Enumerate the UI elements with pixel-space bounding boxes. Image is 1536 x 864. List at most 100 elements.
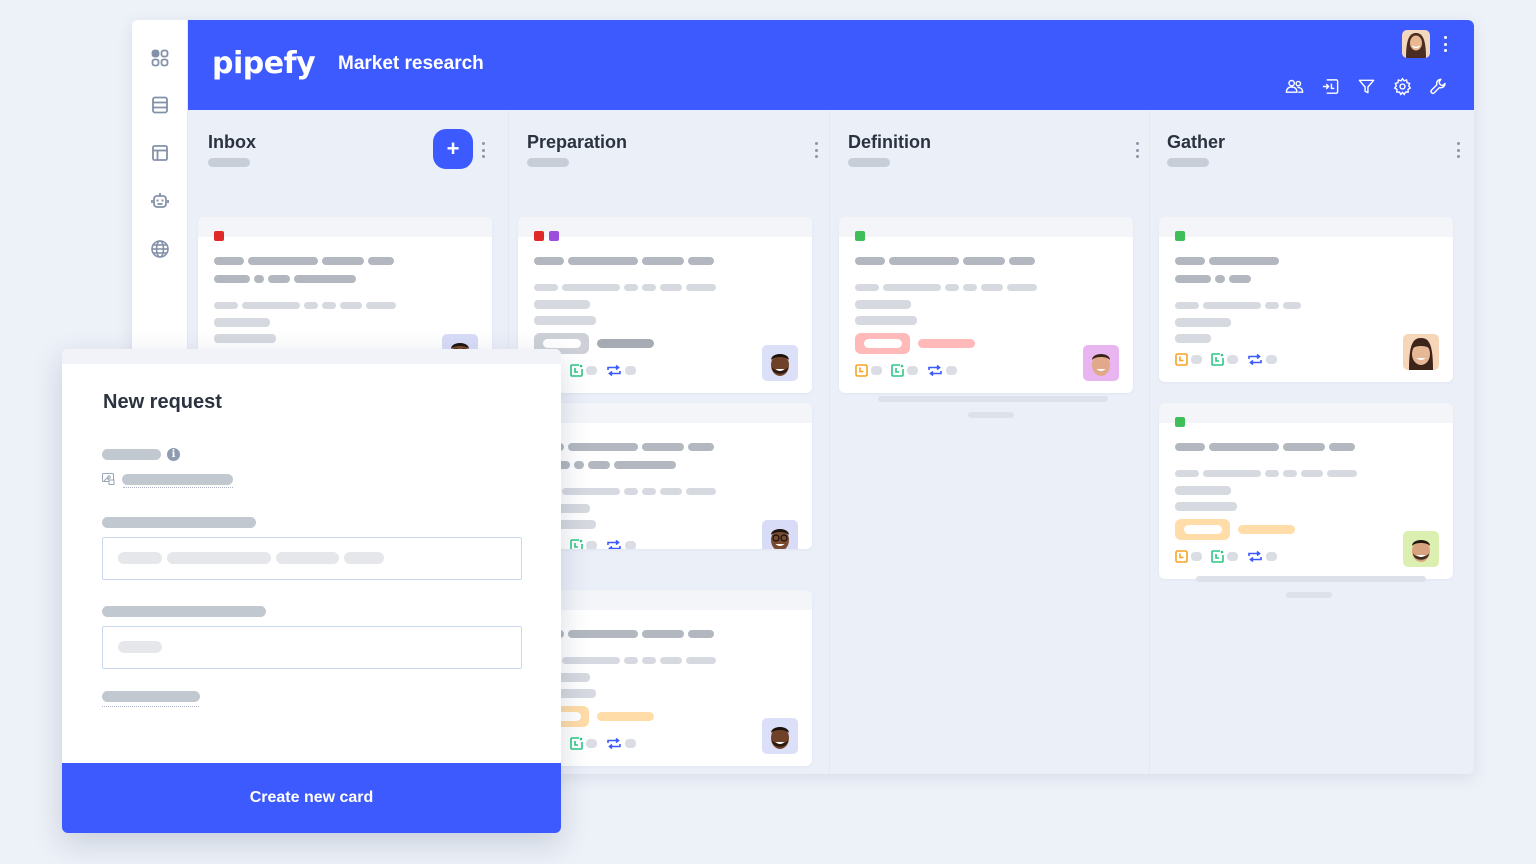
field-label-placeholder[interactable] (102, 691, 200, 702)
column-count-placeholder (1167, 158, 1209, 167)
card-title-placeholder (534, 443, 714, 451)
form-title: New request (103, 391, 222, 413)
pipe-card[interactable] (518, 590, 812, 766)
create-new-card-button[interactable]: Create new card (62, 763, 561, 833)
label-red (214, 231, 224, 241)
card-labels (1175, 417, 1185, 427)
layout-icon[interactable] (149, 142, 171, 164)
column-more-icon[interactable] (1455, 142, 1461, 158)
pipe-title: Market research (338, 53, 484, 74)
due-date-icon (570, 539, 586, 549)
input-placeholder (118, 641, 162, 653)
new-request-form: New request i Create new card (62, 349, 561, 833)
pipe-card[interactable] (1159, 403, 1453, 579)
column-title: Definition (848, 132, 931, 152)
card-title-placeholder (534, 257, 714, 265)
settings-gear-icon[interactable] (1392, 76, 1412, 96)
card-field-placeholder (534, 284, 716, 291)
column-count-placeholder (848, 158, 890, 167)
robot-icon[interactable] (149, 190, 171, 212)
assignee-avatar[interactable] (1403, 531, 1439, 567)
field-label-placeholder (102, 517, 256, 528)
card-labels (214, 231, 224, 241)
column-title: Preparation (527, 132, 628, 152)
card-field-placeholder (214, 302, 396, 309)
tag-bar (1238, 525, 1295, 534)
pipe-card[interactable] (518, 403, 812, 549)
card-field-placeholder (1175, 486, 1231, 495)
repeat-icon (927, 364, 946, 377)
due-date-icon (1211, 550, 1227, 563)
label-green (1175, 231, 1185, 241)
card-field-placeholder (534, 488, 716, 495)
column-more-icon[interactable] (813, 142, 819, 158)
tag-bar (918, 339, 975, 348)
column-more-icon[interactable] (480, 142, 486, 158)
column-divider (1149, 110, 1150, 774)
card-title-placeholder (1175, 443, 1355, 451)
column-title: Inbox (208, 132, 256, 152)
label-red (534, 231, 544, 241)
card-labels (855, 231, 865, 241)
card-field-placeholder (1175, 470, 1357, 477)
user-avatar[interactable] (1402, 30, 1430, 58)
time-in-phase-icon (1175, 353, 1191, 366)
label-green (1175, 417, 1185, 427)
card-field-placeholder (214, 318, 270, 327)
card-title-placeholder (855, 257, 1035, 265)
pipe-card[interactable] (518, 217, 812, 393)
assignee-avatar[interactable] (1403, 334, 1439, 370)
add-card-button[interactable]: + (433, 129, 473, 169)
card-footer (1175, 353, 1286, 366)
label-green (855, 231, 865, 241)
time-in-phase-icon (855, 364, 871, 377)
info-icon[interactable]: i (167, 448, 180, 461)
assignee-avatar[interactable] (762, 345, 798, 381)
text-input-field[interactable] (102, 626, 522, 669)
load-more-placeholder (968, 412, 1014, 418)
assignee-avatar[interactable] (1083, 345, 1119, 381)
card-title-placeholder (214, 257, 394, 265)
card-labels (534, 231, 559, 241)
repeat-icon (606, 364, 625, 377)
tag-pill (855, 333, 910, 354)
pipe-card[interactable] (198, 217, 492, 363)
header-more-icon[interactable] (1442, 36, 1448, 52)
card-labels (1175, 231, 1185, 241)
due-date-icon (570, 364, 586, 377)
repeat-icon (606, 539, 625, 549)
card-field-placeholder (1175, 502, 1237, 511)
apps-grid-icon[interactable] (149, 47, 171, 69)
repeat-icon (1247, 353, 1266, 366)
pipe-card[interactable] (1159, 217, 1453, 382)
tag-bar (597, 339, 654, 348)
card-tag (855, 333, 975, 354)
pipefy-logo[interactable]: pipefy (212, 46, 316, 81)
column-more-icon[interactable] (1134, 142, 1140, 158)
card-title-placeholder (1175, 275, 1251, 283)
field-label-placeholder (102, 606, 266, 617)
pipe-card[interactable] (839, 217, 1133, 393)
repeat-icon (1247, 550, 1266, 563)
header-toolbar (1284, 76, 1448, 96)
wrench-icon[interactable] (1428, 76, 1448, 96)
card-title-placeholder (1175, 257, 1279, 265)
card-footer (1175, 550, 1286, 563)
globe-icon[interactable] (149, 238, 171, 260)
field-label-placeholder (102, 449, 161, 460)
text-input-field[interactable] (102, 537, 522, 580)
import-icon[interactable] (1320, 76, 1340, 96)
card-field-placeholder (855, 316, 917, 325)
due-date-icon (1211, 353, 1227, 366)
database-icon[interactable] (149, 94, 171, 116)
column-count-placeholder (527, 158, 569, 167)
pipe-header: pipefy Market research (188, 20, 1474, 110)
load-more-placeholder (1196, 576, 1426, 582)
card-tag (1175, 519, 1295, 540)
members-icon[interactable] (1284, 76, 1304, 96)
filter-icon[interactable] (1356, 76, 1376, 96)
card-field-placeholder (214, 334, 276, 343)
assignee-avatar[interactable] (762, 718, 798, 754)
assignee-avatar[interactable] (762, 520, 798, 549)
due-date-icon (570, 737, 586, 750)
